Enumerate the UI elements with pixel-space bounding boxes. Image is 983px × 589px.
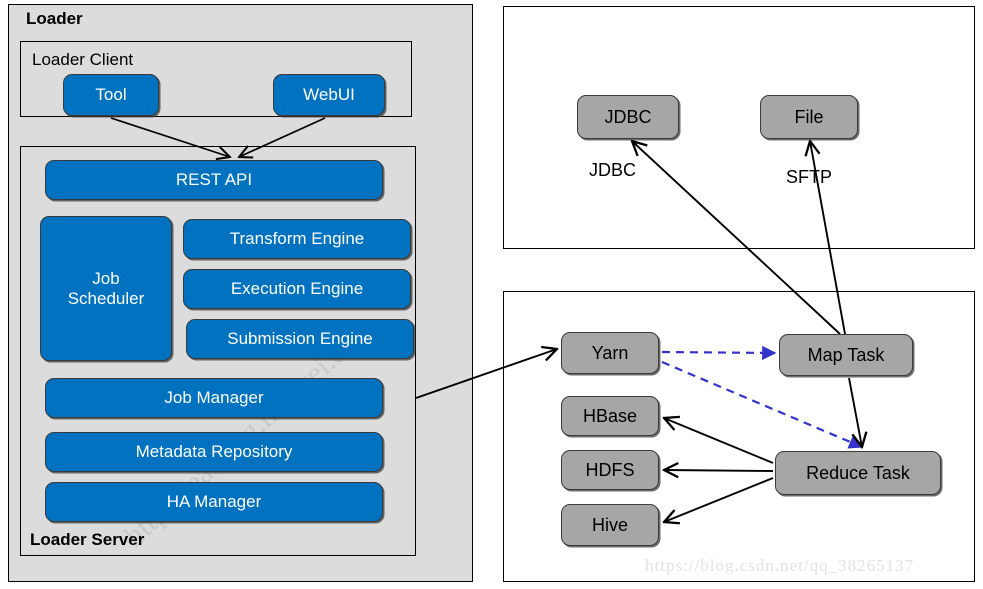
node-job-scheduler[interactable]: Job Scheduler [40,216,172,361]
node-webui[interactable]: WebUI [273,74,385,116]
node-tool[interactable]: Tool [63,74,159,116]
edge-label-jdbc: JDBC [589,160,637,180]
external-sources-panel [503,6,975,249]
node-execution-engine[interactable]: Execution Engine [183,269,411,309]
node-jdbc[interactable]: JDBC [577,95,679,139]
node-yarn[interactable]: Yarn [561,332,659,374]
node-reduce-task[interactable]: Reduce Task [775,451,941,495]
node-hive[interactable]: Hive [561,504,659,546]
loader-client-panel-title: Loader Client [32,50,134,69]
node-rest-api[interactable]: REST API [45,160,383,200]
diagram-canvas: http://learning.huawei.com https://blog.… [0,0,983,589]
loader-server-panel-title: Loader Server [30,530,145,549]
node-hbase[interactable]: HBase [561,396,659,436]
node-map-task[interactable]: Map Task [779,334,913,376]
node-hdfs[interactable]: HDFS [561,450,659,490]
node-ha-manager[interactable]: HA Manager [45,482,383,522]
node-submission-engine[interactable]: Submission Engine [186,319,414,359]
node-metadata-repository[interactable]: Metadata Repository [45,432,383,472]
loader-panel-title: Loader [26,9,83,28]
node-transform-engine[interactable]: Transform Engine [183,219,411,259]
node-job-manager[interactable]: Job Manager [45,378,383,418]
node-file[interactable]: File [760,95,858,139]
edge-label-sftp: SFTP [786,167,833,187]
